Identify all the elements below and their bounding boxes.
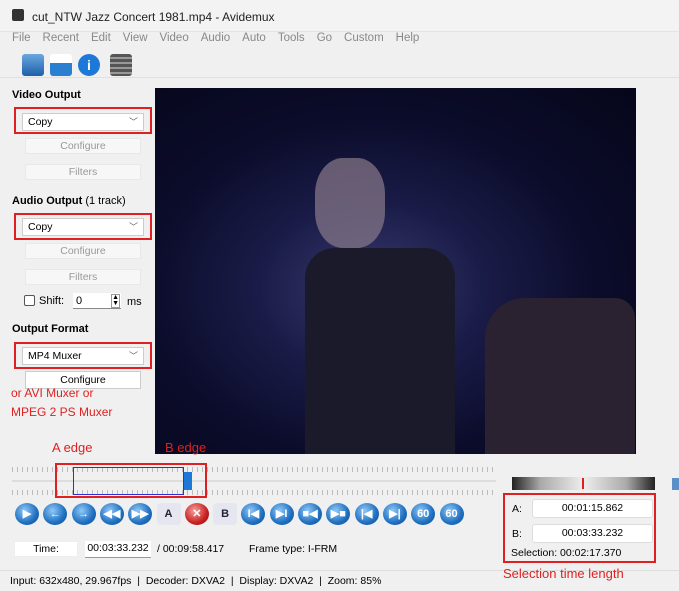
- open-folder-icon[interactable]: [22, 54, 44, 76]
- shift-checkbox[interactable]: [24, 295, 35, 306]
- shift-value: 0: [76, 295, 83, 307]
- last-frame-icon[interactable]: ▶|: [382, 503, 407, 525]
- menu-video[interactable]: Video: [160, 32, 189, 44]
- video-preview: [155, 88, 636, 454]
- muxer-note-1: or AVI Muxer or: [11, 386, 94, 400]
- output-format-label: Output Format: [12, 323, 89, 335]
- video-output-value: Copy: [28, 116, 53, 128]
- clapperboard-icon: [12, 9, 24, 21]
- menu-go[interactable]: Go: [317, 32, 332, 44]
- previous-frame-icon[interactable]: ←: [43, 503, 68, 525]
- menu-auto[interactable]: Auto: [242, 32, 266, 44]
- menu-bar: File Recent Edit View Video Audio Auto Tools Go C…: [0, 32, 679, 50]
- title-bar: cut_NTW Jazz Concert 1981.mp4 - Avidemux: [0, 0, 679, 32]
- muxer-note-2: MPEG 2 PS Muxer: [11, 405, 113, 419]
- audio-filters-button[interactable]: Filters: [25, 269, 141, 285]
- info-icon[interactable]: i: [78, 54, 100, 76]
- set-marker-b-icon[interactable]: B: [213, 503, 238, 525]
- spinner-icon[interactable]: ▲ ▼: [111, 294, 120, 308]
- output-format-select[interactable]: MP4 Muxer ﹀: [22, 347, 144, 365]
- toolbar: i: [0, 52, 679, 78]
- annotation-box: [55, 463, 207, 498]
- chevron-down-icon: ﹀: [128, 351, 138, 361]
- back-60s-icon[interactable]: 60: [411, 503, 436, 525]
- audio-configure-button[interactable]: Configure: [25, 243, 141, 259]
- status-bar: Input: 632x480, 29.967fps | Decoder: DXV…: [10, 575, 382, 587]
- volume-meter: [512, 477, 655, 490]
- audio-output-value: Copy: [28, 221, 53, 233]
- menu-tools[interactable]: Tools: [278, 32, 305, 44]
- audio-output-title: Audio Output: [12, 195, 83, 207]
- menu-view[interactable]: View: [123, 32, 148, 44]
- window-title: cut_NTW Jazz Concert 1981.mp4 - Avidemux: [32, 10, 275, 24]
- audio-output-label: Audio Output (1 track): [12, 195, 126, 207]
- audio-track-count: (1 track): [85, 195, 126, 207]
- marker-a-time[interactable]: 00:01:15.862: [532, 499, 653, 518]
- save-download-icon[interactable]: [50, 54, 72, 76]
- next-black-frame-icon[interactable]: ▶■: [326, 503, 351, 525]
- b-edge-annotation: B edge: [165, 440, 207, 455]
- shift-unit: ms: [127, 296, 142, 308]
- marker-b-label: B:: [512, 528, 522, 540]
- output-format-value: MP4 Muxer: [28, 350, 82, 362]
- menu-audio[interactable]: Audio: [201, 32, 230, 44]
- audio-output-select[interactable]: Copy ﹀: [22, 218, 144, 236]
- set-marker-a-icon[interactable]: A: [156, 503, 181, 525]
- chevron-down-icon: ﹀: [128, 222, 138, 232]
- goto-marker-b-icon[interactable]: ▶I: [269, 503, 294, 525]
- first-frame-icon[interactable]: |◀: [354, 503, 379, 525]
- total-duration: / 00:09:58.417: [157, 543, 225, 555]
- shift-input[interactable]: 0 ▲ ▼: [73, 293, 121, 309]
- menu-help[interactable]: Help: [396, 32, 420, 44]
- goto-marker-a-icon[interactable]: I◀: [241, 503, 266, 525]
- next-frame-icon[interactable]: →: [71, 503, 96, 525]
- menu-file[interactable]: File: [12, 32, 31, 44]
- selection-length-annotation: Selection time length: [503, 566, 624, 581]
- video-configure-button[interactable]: Configure: [25, 138, 141, 154]
- rewind-icon[interactable]: ◀◀: [99, 503, 124, 525]
- shift-label: Shift:: [39, 295, 65, 307]
- side-panel-edge: [672, 478, 679, 490]
- fast-forward-icon[interactable]: ▶▶: [128, 503, 153, 525]
- video-output-label: Video Output: [12, 89, 81, 101]
- video-filters-button[interactable]: Filters: [25, 164, 141, 180]
- current-time-input[interactable]: 00:03:33.232: [85, 541, 151, 558]
- selection-duration: Selection: 00:02:17.370: [511, 547, 622, 559]
- film-filter-icon[interactable]: [110, 54, 132, 76]
- marker-a-label: A:: [512, 503, 522, 515]
- video-output-select[interactable]: Copy ﹀: [22, 113, 144, 131]
- menu-custom[interactable]: Custom: [344, 32, 384, 44]
- menu-recent[interactable]: Recent: [43, 32, 79, 44]
- play-icon[interactable]: ▶: [15, 503, 39, 525]
- marker-b-time[interactable]: 00:03:33.232: [532, 524, 653, 543]
- forward-60s-icon[interactable]: 60: [439, 503, 464, 525]
- time-button[interactable]: Time:: [14, 541, 78, 557]
- chevron-down-icon: ﹀: [128, 117, 138, 127]
- frame-type: Frame type: I-FRM: [249, 543, 338, 555]
- a-edge-annotation: A edge: [52, 440, 93, 455]
- previous-black-frame-icon[interactable]: ■◀: [298, 503, 322, 525]
- clear-markers-icon[interactable]: ✕: [184, 503, 209, 525]
- menu-edit[interactable]: Edit: [91, 32, 111, 44]
